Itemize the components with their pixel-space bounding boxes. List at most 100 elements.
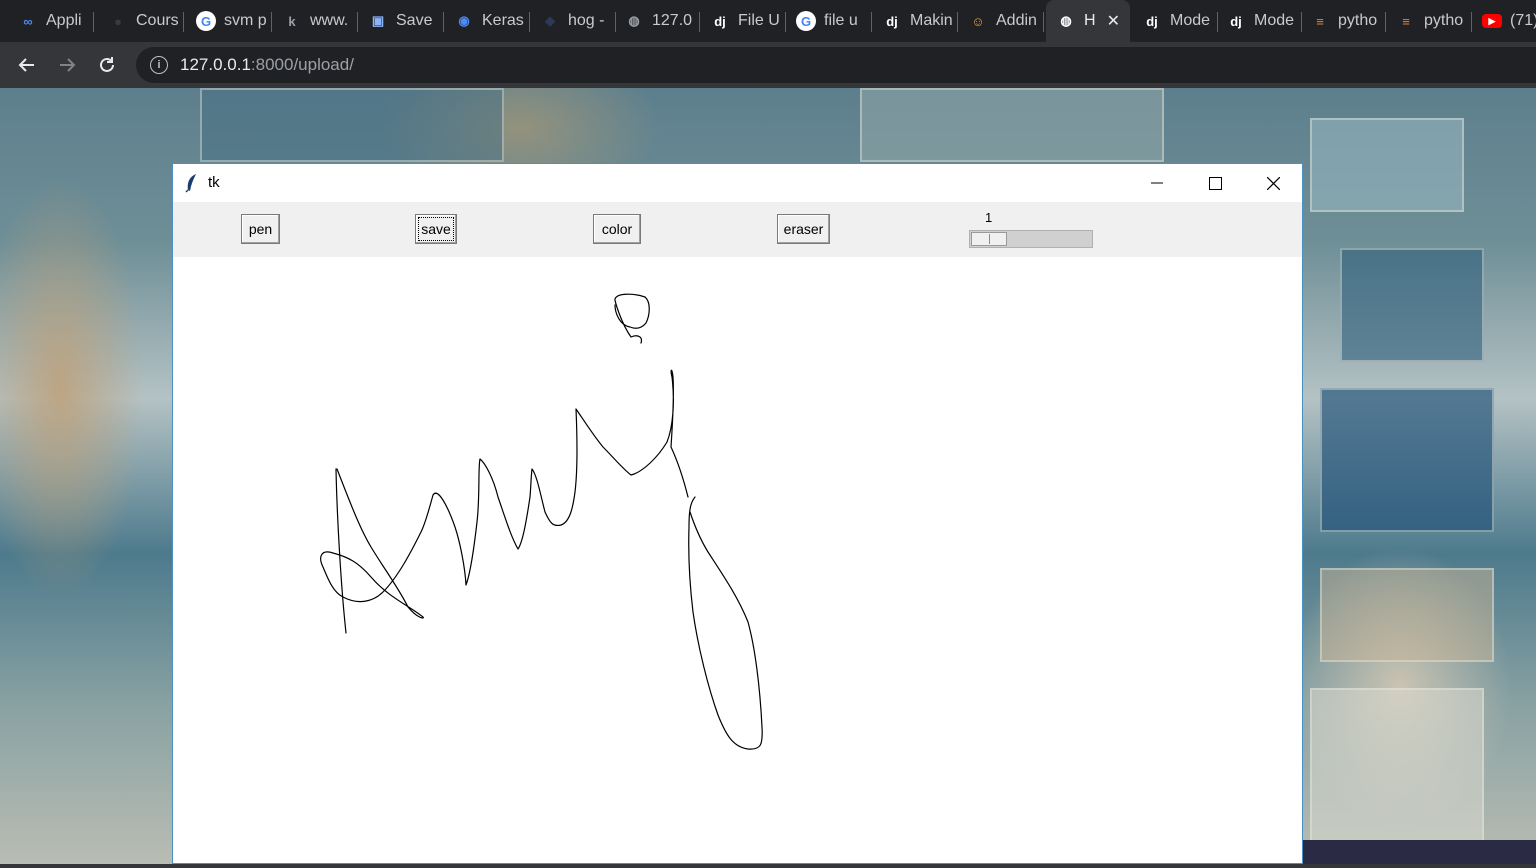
starfield-strip xyxy=(1303,840,1536,864)
tk-tool-bar: pen save color eraser 1 xyxy=(173,202,1302,257)
wallpaper-brick xyxy=(1310,688,1484,842)
tab-label: Cours xyxy=(136,12,179,29)
tab-label: Keras xyxy=(482,12,524,29)
tab-label: File U xyxy=(738,12,780,29)
tab-label: Mode xyxy=(1254,12,1295,29)
minimize-icon xyxy=(1151,182,1163,184)
forward-button[interactable] xyxy=(52,50,82,80)
back-arrow-icon xyxy=(18,58,34,72)
stroke-loop xyxy=(614,293,650,344)
tab-label: (71) xyxy=(1510,12,1536,29)
stackoverflow-icon: ≡ xyxy=(1316,13,1324,29)
browser-tab[interactable]: ∞ Appli xyxy=(8,0,94,42)
stroke-2 xyxy=(320,369,689,619)
tab-label: pytho xyxy=(1424,12,1464,29)
browser-tab[interactable]: ◍ 127.0 xyxy=(614,0,700,42)
tab-separator xyxy=(93,12,94,32)
wallpaper-brick xyxy=(860,88,1164,162)
eraser-button[interactable]: eraser xyxy=(777,214,830,244)
tk-feather-icon xyxy=(185,174,196,193)
drawing-canvas[interactable] xyxy=(173,257,1302,863)
google-icon: G xyxy=(196,11,216,31)
browser-tab[interactable]: Gfile u xyxy=(786,0,872,42)
tk-window-title: tk xyxy=(208,174,220,191)
django-icon: dj xyxy=(1230,13,1242,29)
forward-arrow-icon xyxy=(60,58,76,72)
wallpaper-brick xyxy=(1320,388,1494,532)
youtube-icon: ▶ xyxy=(1482,14,1502,28)
tab-separator xyxy=(1043,12,1044,32)
wallpaper-brick xyxy=(1320,568,1494,662)
reload-icon xyxy=(100,57,114,72)
stroke-3 xyxy=(688,496,763,750)
browser-tab[interactable]: dj Mode xyxy=(1216,0,1302,42)
infinity-icon: ∞ xyxy=(23,13,33,29)
pen-size-slider[interactable] xyxy=(969,230,1093,248)
minimize-button[interactable] xyxy=(1128,164,1186,202)
tab-label: www. xyxy=(310,12,349,29)
tab-label: hog - xyxy=(568,12,605,29)
tab-strip: ∞ Appli ● Cours Gsvm p k www. ▣ Save ◉ Keras ◆ hog -… xyxy=(0,0,1536,42)
stroke-1 xyxy=(335,468,347,634)
google-icon: G xyxy=(796,11,816,31)
keras-icon: ◉ xyxy=(458,13,470,28)
browser-tab[interactable]: ▶ (71) xyxy=(1472,0,1536,42)
browser-tab[interactable]: ▣ Save xyxy=(358,0,444,42)
wallpaper-brick xyxy=(1310,118,1464,212)
reload-button[interactable] xyxy=(92,50,122,80)
color-button[interactable]: color xyxy=(593,214,641,244)
globe-icon: ◍ xyxy=(628,13,640,28)
github-icon: ● xyxy=(114,13,122,29)
maximize-icon xyxy=(1208,176,1222,190)
browser-tab[interactable]: dj Mode xyxy=(1132,0,1218,42)
tab-label: Mode xyxy=(1170,12,1211,29)
maximize-button[interactable] xyxy=(1186,164,1244,202)
tab-label: Appli xyxy=(46,12,82,29)
tab-label: Addin xyxy=(996,12,1037,29)
browser-tab[interactable]: ≡ pytho xyxy=(1300,0,1386,42)
close-button[interactable] xyxy=(1244,164,1302,202)
signature-drawing xyxy=(320,293,763,750)
django-icon: dj xyxy=(886,13,898,29)
tab-label: file u xyxy=(824,12,858,29)
url-host: 127.0.0.1 xyxy=(180,55,251,74)
hog-icon: ◆ xyxy=(545,13,555,28)
browser-tab[interactable]: ◍ H ✕ xyxy=(1046,0,1130,42)
url-path: :8000/upload/ xyxy=(250,55,354,74)
django-icon: dj xyxy=(1146,13,1158,29)
tk-window: tk pen save color eraser 1 xyxy=(172,163,1303,864)
browser-tab[interactable]: ● Cours xyxy=(98,0,184,42)
tab-label: Save xyxy=(396,12,433,29)
browser-tab[interactable]: ◉ Keras xyxy=(444,0,530,42)
browser-tab[interactable]: dj File U xyxy=(700,0,786,42)
wallpaper-brick xyxy=(1340,248,1484,362)
tab-separator xyxy=(183,12,184,32)
save-disk-icon: ▣ xyxy=(371,13,385,28)
browser-tab[interactable]: ◆ hog - xyxy=(530,0,616,42)
tab-label: pytho xyxy=(1338,12,1378,29)
save-button[interactable]: save xyxy=(415,214,457,244)
close-icon xyxy=(1266,176,1280,190)
avatar-icon: ☺ xyxy=(971,13,985,29)
pen-size-value: 1 xyxy=(985,210,993,225)
django-icon: dj xyxy=(714,13,726,29)
tab-label: svm p xyxy=(224,12,267,29)
pen-button[interactable]: pen xyxy=(241,214,280,244)
stackoverflow-icon: ≡ xyxy=(1402,13,1410,29)
pen-size-slider-thumb[interactable] xyxy=(971,232,1007,246)
site-info-icon[interactable]: i xyxy=(150,56,168,74)
address-bar[interactable]: i 127.0.0.1:8000/upload/ xyxy=(136,47,1536,83)
browser-tab[interactable]: dj Makin xyxy=(872,0,958,42)
browser-tab[interactable]: Gsvm p xyxy=(186,0,272,42)
globe-icon: ◍ xyxy=(1060,13,1072,28)
browser-tab[interactable]: ≡ pytho xyxy=(1386,0,1472,42)
wallpaper-brick xyxy=(200,88,504,162)
browser-tab[interactable]: k www. xyxy=(272,0,358,42)
browser-toolbar: i 127.0.0.1:8000/upload/ xyxy=(0,42,1536,88)
tab-label: 127.0 xyxy=(652,12,693,29)
back-button[interactable] xyxy=(12,50,42,80)
tk-title-bar[interactable]: tk xyxy=(173,164,1302,202)
tab-label: H xyxy=(1084,12,1096,29)
tab-close-icon[interactable]: ✕ xyxy=(1107,11,1120,31)
browser-tab[interactable]: ☺ Addin xyxy=(958,0,1044,42)
